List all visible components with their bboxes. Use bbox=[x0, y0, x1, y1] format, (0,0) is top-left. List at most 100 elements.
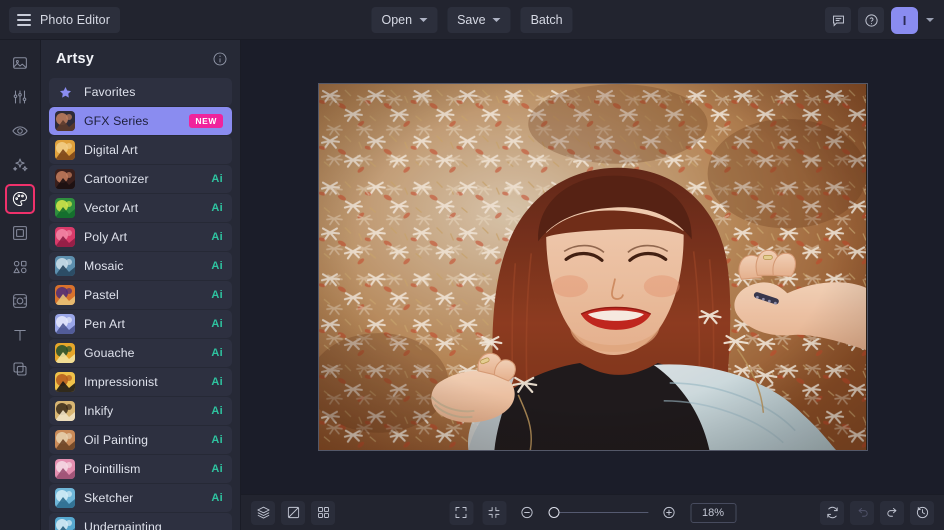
chevron-down-icon bbox=[493, 18, 501, 22]
palette-icon bbox=[11, 190, 29, 208]
photo-frame[interactable] bbox=[318, 83, 868, 451]
list-item[interactable]: Underpainting bbox=[49, 513, 232, 530]
list-item[interactable]: Oil PaintingAi bbox=[49, 426, 232, 454]
list-item-label: Mosaic bbox=[84, 259, 211, 273]
info-circle-icon bbox=[212, 51, 228, 67]
list-item[interactable]: Poly ArtAi bbox=[49, 223, 232, 251]
canvas-column: 18% bbox=[241, 40, 944, 530]
rail-item-layers[interactable] bbox=[5, 354, 35, 384]
fullscreen-button[interactable] bbox=[449, 501, 473, 525]
help-button[interactable] bbox=[858, 7, 884, 33]
list-item[interactable]: InkifyAi bbox=[49, 397, 232, 425]
canvas-area[interactable] bbox=[241, 40, 944, 494]
list-item-label: Underpainting bbox=[84, 520, 223, 530]
list-item-label: Inkify bbox=[84, 404, 211, 418]
list-item[interactable]: Digital Art bbox=[49, 136, 232, 164]
effect-thumbnail bbox=[55, 430, 75, 450]
rail-item-ai-enhance[interactable] bbox=[5, 150, 35, 180]
list-item[interactable]: Favorites bbox=[49, 78, 232, 106]
rail-item-artsy[interactable] bbox=[5, 184, 35, 214]
history-icon bbox=[915, 505, 930, 520]
effect-thumbnail bbox=[55, 285, 75, 305]
rail-item-adjust[interactable] bbox=[5, 82, 35, 112]
rail-item-effects[interactable] bbox=[5, 116, 35, 146]
effect-thumbnail bbox=[55, 140, 75, 160]
list-item[interactable]: CartoonizerAi bbox=[49, 165, 232, 193]
layers-button[interactable] bbox=[251, 501, 275, 525]
panel-title: Artsy bbox=[56, 51, 94, 67]
zoom-in-button[interactable] bbox=[657, 501, 681, 525]
panel-header: Artsy bbox=[41, 40, 240, 78]
list-item[interactable]: GouacheAi bbox=[49, 339, 232, 367]
ai-badge: Ai bbox=[211, 289, 223, 301]
edited-photo bbox=[319, 84, 867, 451]
main-menu-button[interactable]: Photo Editor bbox=[9, 7, 120, 33]
eye-icon bbox=[11, 122, 29, 140]
tool-rail bbox=[0, 40, 41, 530]
undo-button[interactable] bbox=[850, 501, 874, 525]
fit-to-screen-button[interactable] bbox=[482, 501, 506, 525]
sliders-icon bbox=[11, 88, 29, 106]
effect-thumbnail bbox=[55, 517, 75, 530]
batch-label: Batch bbox=[531, 13, 563, 27]
effect-thumbnail bbox=[55, 198, 75, 218]
new-badge: NEW bbox=[189, 114, 223, 128]
rail-item-overlays[interactable] bbox=[5, 252, 35, 282]
list-item-label: Cartoonizer bbox=[84, 172, 211, 186]
rail-item-image[interactable] bbox=[5, 48, 35, 78]
list-item-label: Gouache bbox=[84, 346, 211, 360]
plus-circle-icon bbox=[662, 505, 677, 520]
list-item-label: GFX Series bbox=[84, 114, 189, 128]
save-button[interactable]: Save bbox=[447, 7, 511, 33]
list-item[interactable]: Pen ArtAi bbox=[49, 310, 232, 338]
list-item-label: Pastel bbox=[84, 288, 211, 302]
hamburger-icon bbox=[17, 14, 31, 26]
list-item[interactable]: GFX SeriesNEW bbox=[49, 107, 232, 135]
redo-button[interactable] bbox=[880, 501, 904, 525]
zoom-out-button[interactable] bbox=[515, 501, 539, 525]
list-item[interactable]: ImpressionistAi bbox=[49, 368, 232, 396]
open-label: Open bbox=[381, 13, 412, 27]
list-item[interactable]: PastelAi bbox=[49, 281, 232, 309]
zoom-slider-handle[interactable] bbox=[548, 507, 559, 518]
copy-layers-icon bbox=[11, 360, 29, 378]
account-chevron-down-icon[interactable] bbox=[926, 18, 934, 22]
info-button[interactable] bbox=[212, 51, 228, 67]
account-actions-group: I bbox=[825, 0, 934, 40]
list-item-label: Poly Art bbox=[84, 230, 211, 244]
retouch-icon bbox=[11, 292, 29, 310]
rail-item-text[interactable] bbox=[5, 320, 35, 350]
list-item-label: Impressionist bbox=[84, 375, 211, 389]
compare-button[interactable] bbox=[281, 501, 305, 525]
ai-badge: Ai bbox=[211, 492, 223, 504]
ai-badge: Ai bbox=[211, 173, 223, 185]
list-item-label: Sketcher bbox=[84, 491, 211, 505]
reset-button[interactable] bbox=[820, 501, 844, 525]
grid-view-button[interactable] bbox=[311, 501, 335, 525]
zoom-slider[interactable] bbox=[548, 506, 648, 520]
ai-badge: Ai bbox=[211, 202, 223, 214]
list-item[interactable]: Vector ArtAi bbox=[49, 194, 232, 222]
file-actions-group: Open Save Batch bbox=[371, 7, 572, 33]
list-item-label: Digital Art bbox=[84, 143, 223, 157]
list-item[interactable]: SketcherAi bbox=[49, 484, 232, 512]
rail-item-frames[interactable] bbox=[5, 218, 35, 248]
effects-list[interactable]: FavoritesGFX SeriesNEWDigital ArtCartoon… bbox=[41, 78, 240, 530]
zoom-level-field[interactable]: 18% bbox=[690, 503, 736, 523]
minus-circle-icon bbox=[520, 505, 535, 520]
user-avatar[interactable]: I bbox=[891, 7, 918, 34]
open-button[interactable]: Open bbox=[371, 7, 437, 33]
list-item[interactable]: MosaicAi bbox=[49, 252, 232, 280]
batch-button[interactable]: Batch bbox=[521, 7, 573, 33]
rail-item-touchup[interactable] bbox=[5, 286, 35, 316]
zoom-controls-group: 18% bbox=[449, 501, 736, 525]
effect-thumbnail bbox=[55, 372, 75, 392]
effect-thumbnail bbox=[55, 314, 75, 334]
history-button[interactable] bbox=[910, 501, 934, 525]
feedback-button[interactable] bbox=[825, 7, 851, 33]
app-title: Photo Editor bbox=[40, 13, 110, 27]
list-item[interactable]: PointillismAi bbox=[49, 455, 232, 483]
ai-badge: Ai bbox=[211, 463, 223, 475]
list-item-label: Pen Art bbox=[84, 317, 211, 331]
layers-icon bbox=[256, 505, 271, 520]
